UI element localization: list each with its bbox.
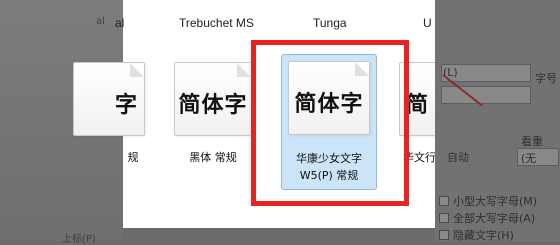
- column-header-1: al: [115, 16, 125, 30]
- bg-field-2: [441, 86, 531, 104]
- bg-label-size: 字号: [535, 72, 557, 85]
- font-item[interactable]: 字 规: [73, 62, 145, 182]
- bg-label-emphasis: 看重: [521, 135, 543, 148]
- font-name: 规: [127, 151, 139, 164]
- column-header-4: U: [423, 16, 432, 30]
- red-highlight-box: [251, 40, 409, 206]
- font-item[interactable]: 简体字 黑体 常规: [170, 62, 256, 182]
- font-file-icon: 简体字: [174, 62, 252, 136]
- bg-auto-text: 自动: [447, 151, 469, 164]
- bg-checkbox-all-caps: [439, 213, 449, 223]
- bg-checkbox-small-caps: [439, 196, 449, 206]
- bg-field-emphasis-text: (无: [521, 152, 537, 165]
- bg-text-superscript: 上标(P): [62, 234, 96, 245]
- column-header-trebuchet: Trebuchet MS: [179, 16, 254, 30]
- font-preview: 字: [114, 93, 138, 118]
- font-name: 黑体 常规: [189, 151, 237, 164]
- bg-label-small-caps: 小型大写字母(M): [453, 195, 538, 208]
- bg-text-1: al: [96, 16, 105, 27]
- font-file-icon: 字: [73, 62, 145, 136]
- background-dialog-right: 字号 (L) 看重 (无 自动 小型大写字母(M) 全部大写字母(A) 隐藏文字…: [435, 0, 560, 242]
- bg-label-all-caps: 全部大写字母(A): [453, 212, 536, 225]
- column-header-tunga: Tunga: [313, 16, 347, 30]
- bg-checkbox-hidden: [439, 230, 449, 240]
- font-preview: 简体字: [178, 93, 248, 118]
